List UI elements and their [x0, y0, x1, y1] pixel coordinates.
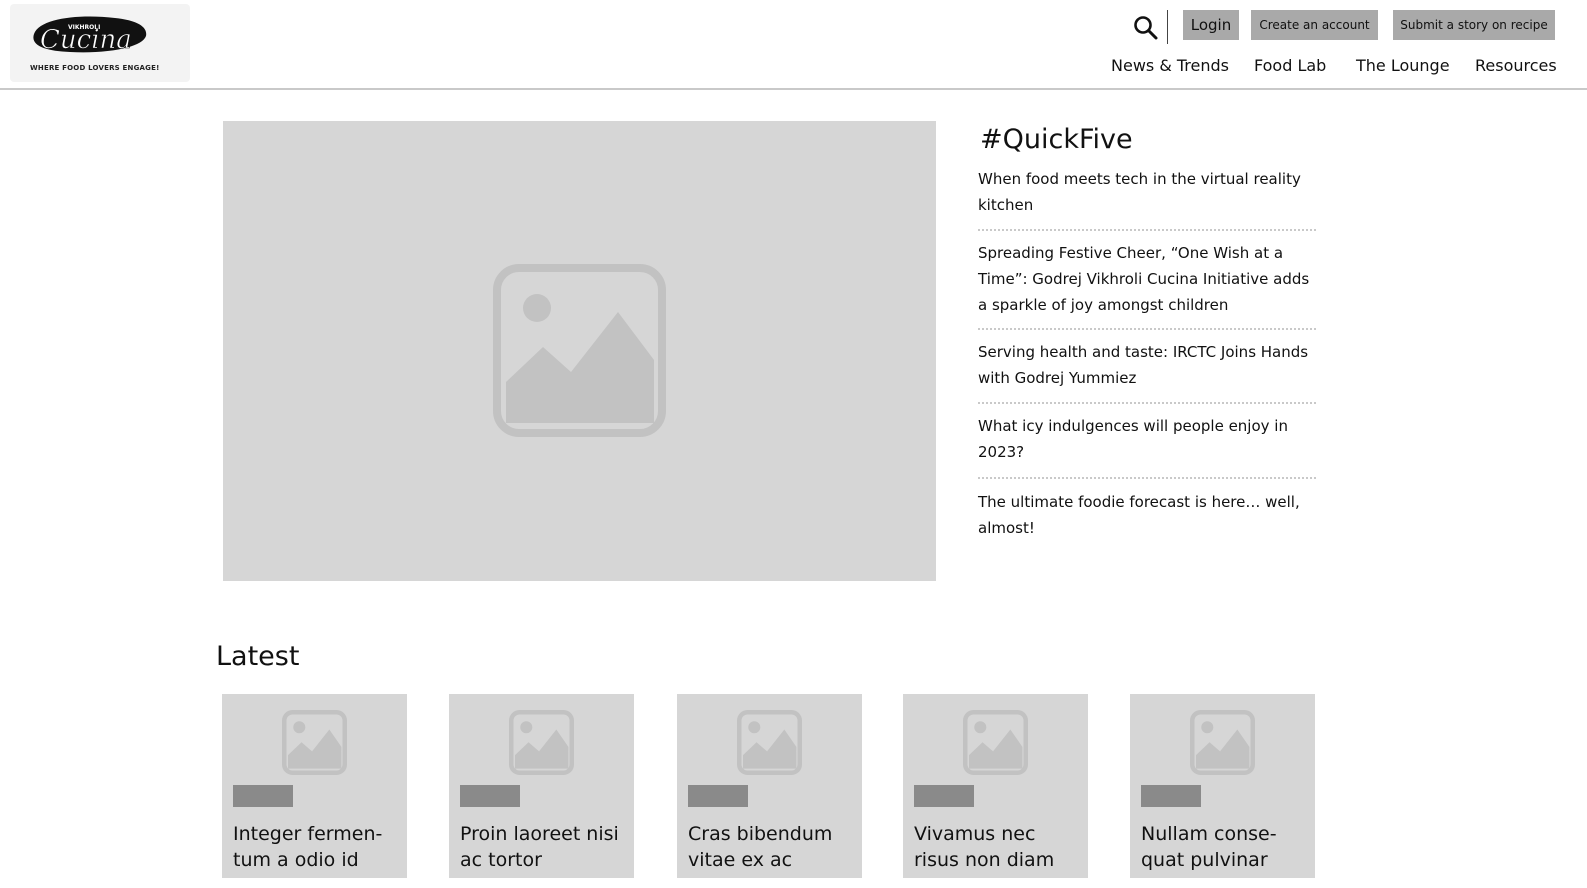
logo-tagline: WHERE FOOD LOVERS ENGAGE! [30, 64, 160, 72]
logo-script-text: Cucina [40, 25, 132, 55]
latest-card-3[interactable]: Cras bibendum vitae ex ac [677, 694, 862, 878]
submit-story-button[interactable]: Submit a story on recipe [1393, 10, 1555, 40]
hero-image[interactable] [223, 121, 936, 581]
nav-news-trends[interactable]: News & Trends [1111, 56, 1229, 75]
logo-brush-icon: VIKHROLI Cucina [33, 16, 147, 55]
nav-food-lab[interactable]: Food Lab [1254, 56, 1326, 75]
site-header: VIKHROLI Cucina WHERE FOOD LOVERS ENGAGE… [0, 0, 1587, 90]
quickfive-item-5[interactable]: The ultimate foodie forecast is here… we… [978, 489, 1316, 541]
quickfive-item-4[interactable]: What icy indulgences will people enjoy i… [978, 413, 1316, 465]
card-title: Proin laoreet nisi ac tortor [460, 823, 619, 871]
quickfive-item-2[interactable]: Spreading Festive Cheer, “One Wish at a … [978, 240, 1316, 318]
quickfive-divider [978, 229, 1316, 231]
search-icon[interactable] [1133, 15, 1159, 41]
header-divider [1167, 10, 1168, 44]
card-title: Integer fermen-tum a odio id [233, 823, 383, 871]
quickfive-item-3[interactable]: Serving health and taste: IRCTC Joins Ha… [978, 339, 1316, 391]
card-title: Vivamus nec risus non diam [914, 823, 1055, 871]
quickfive-divider [978, 402, 1316, 404]
quickfive-item-1[interactable]: When food meets tech in the virtual real… [978, 166, 1316, 218]
card-title: Cras bibendum vitae ex ac [688, 823, 833, 871]
latest-title: Latest [216, 641, 300, 672]
quickfive-divider [978, 328, 1316, 330]
category-tag [233, 785, 293, 807]
site-logo[interactable]: VIKHROLI Cucina WHERE FOOD LOVERS ENGAGE… [10, 4, 190, 82]
quickfive-divider [978, 477, 1316, 479]
nav-resources[interactable]: Resources [1475, 56, 1557, 75]
image-placeholder-icon [963, 710, 1028, 775]
login-button[interactable]: Login [1183, 10, 1239, 40]
latest-card-1[interactable]: Integer fermen-tum a odio id [222, 694, 407, 878]
latest-card-4[interactable]: Vivamus nec risus non diam [903, 694, 1088, 878]
image-placeholder-icon [1190, 710, 1255, 775]
latest-card-2[interactable]: Proin laoreet nisi ac tortor [449, 694, 634, 878]
image-placeholder-icon [282, 710, 347, 775]
card-title: Nullam conse-quat pulvinar [1141, 823, 1277, 871]
create-account-button[interactable]: Create an account [1251, 10, 1378, 40]
image-placeholder-icon [509, 710, 574, 775]
category-tag [688, 785, 748, 807]
image-placeholder-icon [493, 264, 666, 437]
category-tag [1141, 785, 1201, 807]
category-tag [460, 785, 520, 807]
latest-card-5[interactable]: Nullam conse-quat pulvinar [1130, 694, 1315, 878]
category-tag [914, 785, 974, 807]
image-placeholder-icon [737, 710, 802, 775]
quickfive-title: #QuickFive [980, 124, 1133, 155]
nav-the-lounge[interactable]: The Lounge [1356, 56, 1450, 75]
